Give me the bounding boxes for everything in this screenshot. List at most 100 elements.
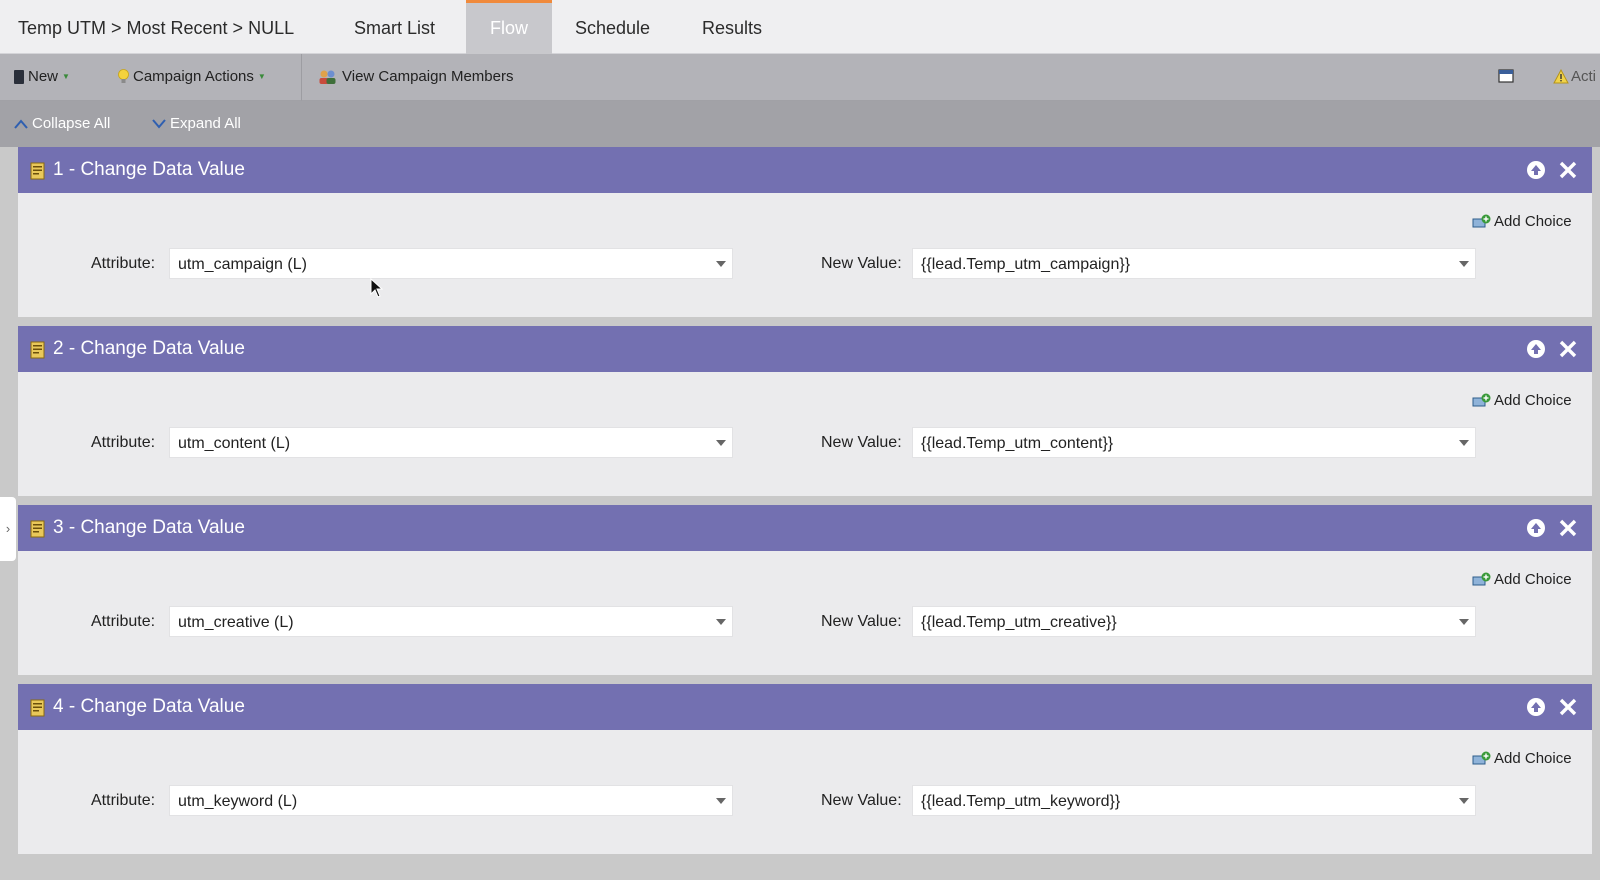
flow-step-title: 4 - Change Data Value — [53, 696, 245, 717]
new-value-label: New Value: — [821, 792, 902, 809]
window-icon[interactable] — [1498, 68, 1514, 84]
campaign-actions-label: Campaign Actions — [133, 68, 254, 85]
close-icon[interactable] — [1558, 339, 1578, 359]
campaign-actions-button[interactable]: Campaign Actions ▼ — [118, 68, 266, 85]
new-value-text: {{lead.Temp_utm_content}} — [921, 435, 1114, 452]
flow-step-title: 2 - Change Data Value — [53, 338, 245, 359]
activity-alert-label: Acti — [1571, 68, 1597, 85]
attribute-label: Attribute: — [91, 613, 156, 630]
attribute-value: utm_campaign (L) — [178, 256, 307, 273]
add-choice-button[interactable]: Add Choice — [1472, 750, 1572, 767]
new-value-select[interactable]: {{lead.Temp_utm_creative}} — [912, 606, 1476, 637]
change-data-value-icon — [30, 162, 45, 180]
lightbulb-icon — [118, 69, 129, 83]
dropdown-arrow-icon — [716, 619, 726, 625]
change-data-value-icon — [30, 520, 45, 538]
attribute-value: utm_creative (L) — [178, 614, 294, 631]
close-icon[interactable] — [1558, 697, 1578, 717]
move-up-icon[interactable] — [1526, 518, 1546, 538]
flow-step: 2 - Change Data Value Add Choice Attribu… — [18, 326, 1592, 496]
dropdown-arrow-icon — [716, 798, 726, 804]
change-data-value-icon — [30, 341, 45, 359]
new-value-label: New Value: — [821, 434, 902, 451]
flow-steps-area: › 1 - Change Data Value Add Choice Attri… — [0, 147, 1600, 880]
new-value-text: {{lead.Temp_utm_creative}} — [921, 614, 1117, 631]
expand-all-label: Expand All — [170, 115, 241, 132]
collapse-all-button[interactable]: Collapse All — [14, 115, 110, 132]
new-value-select[interactable]: {{lead.Temp_utm_campaign}} — [912, 248, 1476, 279]
add-choice-icon — [1472, 751, 1491, 764]
view-campaign-members-label: View Campaign Members — [342, 68, 514, 85]
chevron-up-icon — [14, 118, 28, 129]
tab-results[interactable]: Results — [702, 0, 762, 54]
flow-step-header[interactable]: 1 - Change Data Value — [18, 147, 1592, 193]
flow-step-header[interactable]: 3 - Change Data Value — [18, 505, 1592, 551]
dropdown-arrow-icon — [1459, 440, 1469, 446]
close-icon[interactable] — [1558, 518, 1578, 538]
attribute-label: Attribute: — [91, 255, 156, 272]
add-choice-button[interactable]: Add Choice — [1472, 213, 1572, 230]
people-icon — [319, 70, 336, 84]
new-document-icon — [14, 69, 24, 84]
mouse-cursor-icon — [370, 278, 383, 298]
flow-step: 1 - Change Data Value Add Choice Attribu… — [18, 147, 1592, 317]
new-value-select[interactable]: {{lead.Temp_utm_content}} — [912, 427, 1476, 458]
attribute-select[interactable]: utm_creative (L) — [169, 606, 733, 637]
flow-step: 4 - Change Data Value Add Choice Attribu… — [18, 684, 1592, 854]
tab-flow[interactable]: Flow — [466, 0, 552, 54]
dropdown-arrow-icon — [1459, 798, 1469, 804]
flow-step-header[interactable]: 4 - Change Data Value — [18, 684, 1592, 730]
attribute-select[interactable]: utm_campaign (L) — [169, 248, 733, 279]
close-icon[interactable] — [1558, 160, 1578, 180]
attribute-label: Attribute: — [91, 434, 156, 451]
add-choice-icon — [1472, 572, 1491, 585]
move-up-icon[interactable] — [1526, 339, 1546, 359]
breadcrumb[interactable]: Temp UTM > Most Recent > NULL — [18, 18, 294, 39]
tab-smart-list[interactable]: Smart List — [354, 0, 435, 54]
warning-icon — [1553, 69, 1569, 84]
new-value-text: {{lead.Temp_utm_campaign}} — [921, 256, 1131, 273]
attribute-select[interactable]: utm_keyword (L) — [169, 785, 733, 816]
attribute-select[interactable]: utm_content (L) — [169, 427, 733, 458]
add-choice-button[interactable]: Add Choice — [1472, 571, 1572, 588]
dropdown-arrow-icon — [716, 440, 726, 446]
view-campaign-members-button[interactable]: View Campaign Members — [318, 68, 513, 85]
flow-step-header[interactable]: 2 - Change Data Value — [18, 326, 1592, 372]
add-choice-label: Add Choice — [1494, 392, 1572, 409]
top-tab-bar: Temp UTM > Most Recent > NULL Smart List… — [0, 0, 1600, 54]
add-choice-icon — [1472, 393, 1491, 406]
attribute-label: Attribute: — [91, 792, 156, 809]
attribute-value: utm_keyword (L) — [178, 793, 298, 810]
dropdown-arrow-icon — [1459, 619, 1469, 625]
expand-sidebar-handle[interactable]: › — [0, 497, 16, 561]
add-choice-label: Add Choice — [1494, 571, 1572, 588]
toolbar-divider — [301, 54, 302, 101]
new-value-label: New Value: — [821, 255, 902, 272]
dropdown-arrow-icon — [1459, 261, 1469, 267]
expand-all-button[interactable]: Expand All — [152, 115, 241, 132]
new-value-text: {{lead.Temp_utm_keyword}} — [921, 793, 1121, 810]
dropdown-arrow-icon — [716, 261, 726, 267]
chevron-down-icon: ▼ — [62, 72, 70, 81]
new-menu-button[interactable]: New ▼ — [14, 68, 70, 85]
add-choice-label: Add Choice — [1494, 213, 1572, 230]
attribute-value: utm_content (L) — [178, 435, 291, 452]
move-up-icon[interactable] — [1526, 160, 1546, 180]
add-choice-button[interactable]: Add Choice — [1472, 392, 1572, 409]
campaign-toolbar: New ▼ Campaign Actions ▼ View Campaign M… — [0, 54, 1600, 101]
move-up-icon[interactable] — [1526, 697, 1546, 717]
flow-controls-bar: Collapse All Expand All — [0, 101, 1600, 147]
flow-step-title: 1 - Change Data Value — [53, 159, 245, 180]
tab-schedule[interactable]: Schedule — [575, 0, 650, 54]
new-value-label: New Value: — [821, 613, 902, 630]
chevron-down-icon: ▼ — [257, 72, 266, 81]
activity-alert-button[interactable]: Acti — [1553, 68, 1596, 85]
add-choice-icon — [1472, 214, 1491, 227]
new-label: New — [28, 68, 59, 85]
collapse-all-label: Collapse All — [32, 115, 111, 132]
flow-step: 3 - Change Data Value Add Choice Attribu… — [18, 505, 1592, 675]
new-value-select[interactable]: {{lead.Temp_utm_keyword}} — [912, 785, 1476, 816]
add-choice-label: Add Choice — [1494, 750, 1572, 767]
change-data-value-icon — [30, 699, 45, 717]
flow-step-title: 3 - Change Data Value — [53, 517, 245, 538]
